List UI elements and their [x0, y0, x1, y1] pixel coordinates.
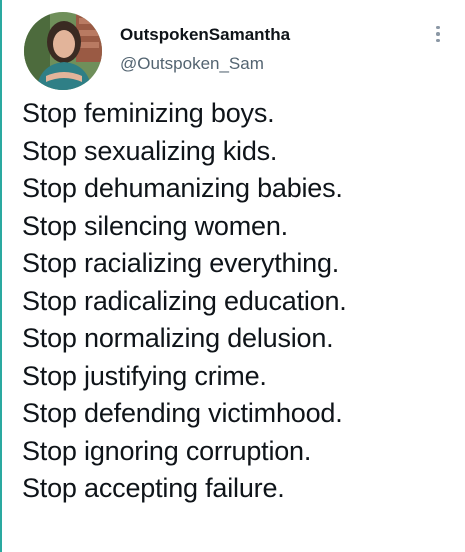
tweet-line: Stop defending victimhood.	[22, 398, 343, 428]
tweet-line: Stop sexualizing kids.	[22, 135, 278, 166]
tweet-line: Stop accepting failure.	[22, 473, 285, 503]
tweet-line: Stop normalizing delusion.	[22, 323, 334, 353]
tweet-line: Stop ignoring corruption.	[22, 435, 312, 466]
dot	[436, 32, 440, 36]
vertical-ellipsis-icon[interactable]	[426, 22, 450, 46]
tweet-line: Stop justifying crime.	[22, 360, 267, 391]
tweet-line: Stop radicalizing education.	[22, 285, 347, 316]
dot	[436, 25, 440, 30]
tweet-card[interactable]: OutspokenSamantha @Outspoken_Sam Stop fe…	[0, 0, 465, 552]
tweet-line: Stop silencing women.	[22, 210, 288, 241]
tweet-text: Stop feminizing boys. Stop sexualizing k…	[22, 95, 462, 508]
profile-photo-icon	[24, 12, 102, 90]
avatar[interactable]	[24, 12, 102, 90]
author-handle[interactable]: @Outspoken_Sam	[120, 53, 290, 75]
tweet-header: OutspokenSamantha @Outspoken_Sam	[20, 12, 450, 92]
tweet-line: Stop feminizing boys.	[22, 98, 275, 128]
tweet-line: Stop racializing everything.	[22, 248, 340, 278]
dot	[436, 38, 440, 43]
tweet-line: Stop dehumanizing babies.	[22, 173, 343, 203]
author-identity: OutspokenSamantha @Outspoken_Sam	[120, 24, 290, 75]
author-display-name[interactable]: OutspokenSamantha	[120, 24, 290, 46]
